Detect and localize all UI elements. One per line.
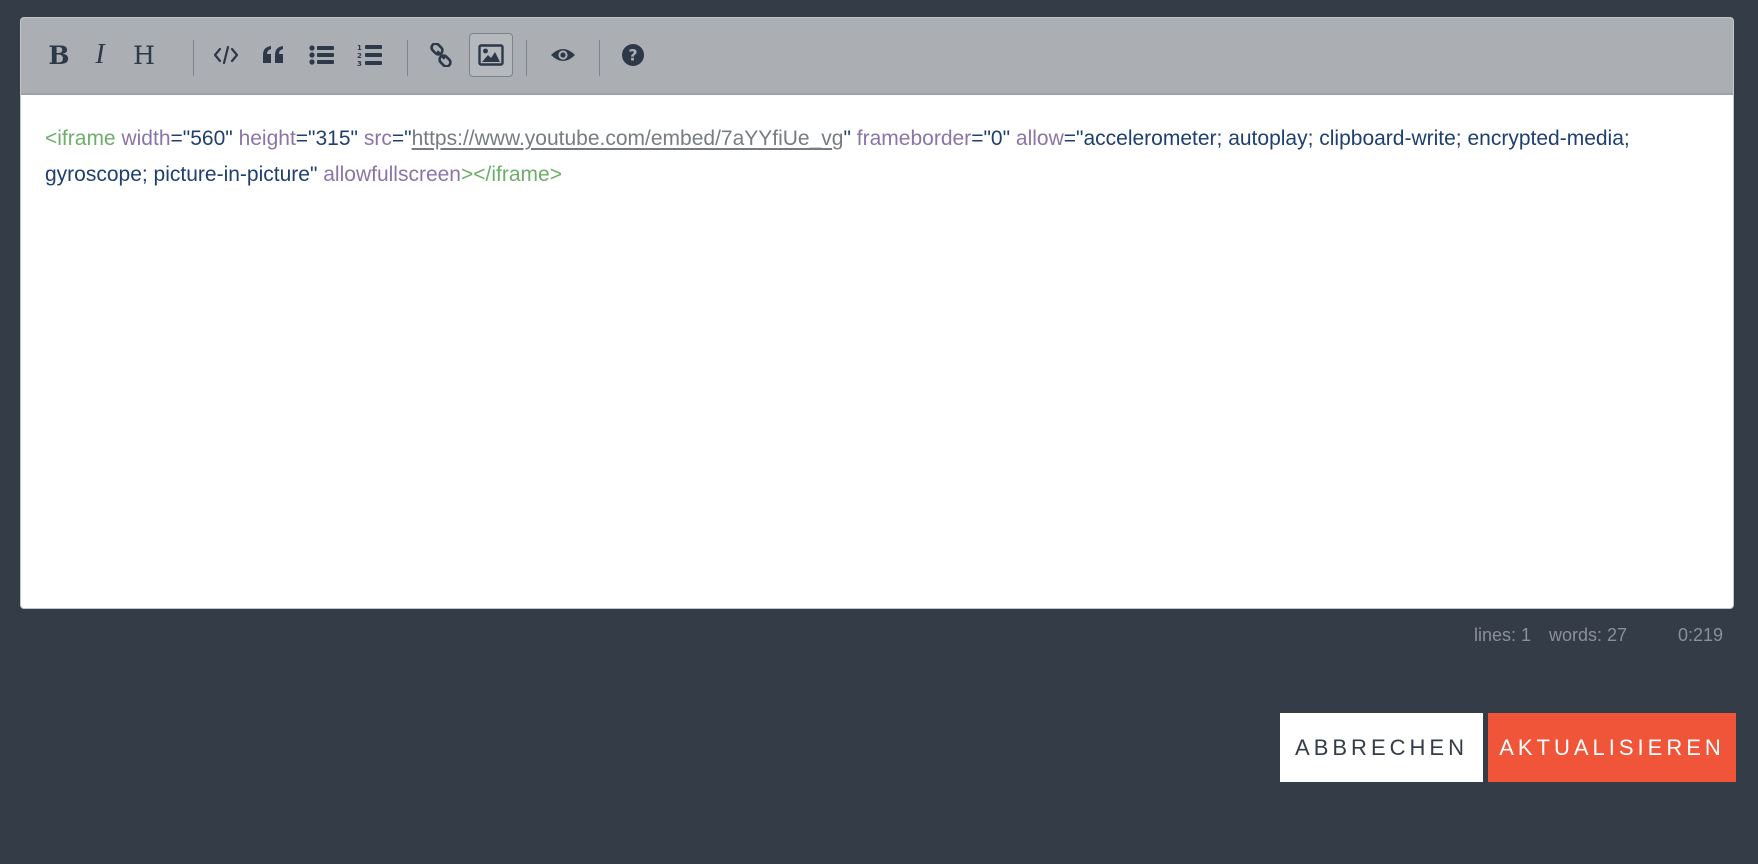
- toolbar-divider: [526, 40, 527, 76]
- unordered-list-button[interactable]: [300, 33, 344, 77]
- code-equals: =: [170, 127, 183, 150]
- code-string: "0": [983, 127, 1011, 150]
- svg-text:?: ?: [628, 46, 637, 65]
- status-words: words: 27: [1549, 625, 1628, 645]
- code-equals: =: [1063, 127, 1077, 150]
- code-attr: allowfullscreen: [323, 163, 461, 186]
- status-cursor: 0:219: [1678, 625, 1724, 645]
- code-icon: [213, 45, 239, 65]
- code-button[interactable]: [204, 33, 248, 77]
- code-url-link[interactable]: https://www.youtube.com/embed/7aYYfiUe_v…: [412, 127, 844, 150]
- code-tag-open: <: [45, 127, 58, 150]
- update-button[interactable]: AKTUALISIEREN: [1488, 713, 1736, 782]
- code-equals: =: [391, 127, 405, 150]
- markdown-editor: B I H 1 2 3 ? <iframe width="560" height…: [20, 17, 1734, 609]
- quote-icon: [263, 46, 283, 63]
- svg-text:3: 3: [357, 60, 362, 67]
- status-lines: lines: 1: [1474, 625, 1532, 645]
- heading-button[interactable]: H: [122, 33, 166, 77]
- question-circle-icon: ?: [622, 44, 644, 66]
- code-equals: =: [295, 127, 309, 150]
- italic-button[interactable]: I: [78, 33, 122, 77]
- code-tag-name: iframe: [57, 127, 116, 150]
- code-attr: width: [121, 127, 171, 150]
- link-icon: [430, 43, 452, 67]
- cancel-button[interactable]: ABBRECHEN: [1280, 713, 1483, 782]
- toolbar-divider: [599, 40, 600, 76]
- preview-button[interactable]: [541, 33, 585, 77]
- code-editor-content[interactable]: <iframe width="560" height="315" src="ht…: [45, 121, 1717, 193]
- toolbar-divider: [407, 40, 408, 76]
- unordered-list-icon: [309, 45, 334, 65]
- code-attr: allow: [1015, 127, 1064, 150]
- code-attr: height: [238, 127, 296, 150]
- svg-text:2: 2: [357, 52, 362, 60]
- quote-button[interactable]: [252, 33, 296, 77]
- eye-icon: [551, 49, 575, 61]
- help-button[interactable]: ?: [611, 33, 655, 77]
- svg-text:1: 1: [357, 44, 362, 52]
- code-string: ": [404, 127, 412, 150]
- code-attr: src: [363, 127, 392, 150]
- image-button[interactable]: [469, 33, 513, 77]
- italic-icon: I: [95, 39, 105, 70]
- code-string: "560": [182, 127, 233, 150]
- image-icon: [478, 44, 504, 66]
- code-tag-close: ></iframe>: [460, 163, 562, 186]
- code-attr: frameborder: [856, 127, 972, 150]
- code-string: ": [843, 127, 851, 150]
- editor-toolbar: B I H 1 2 3 ?: [21, 18, 1733, 95]
- code-equals: =: [971, 127, 984, 150]
- bold-icon: B: [48, 40, 70, 70]
- toolbar-divider: [193, 40, 194, 76]
- link-button[interactable]: [419, 33, 463, 77]
- ordered-list-button[interactable]: 1 2 3: [348, 33, 392, 77]
- heading-icon: H: [133, 40, 155, 70]
- code-string: "315": [308, 127, 358, 150]
- ordered-list-icon: 1 2 3: [357, 44, 382, 67]
- bold-button[interactable]: B: [37, 33, 81, 77]
